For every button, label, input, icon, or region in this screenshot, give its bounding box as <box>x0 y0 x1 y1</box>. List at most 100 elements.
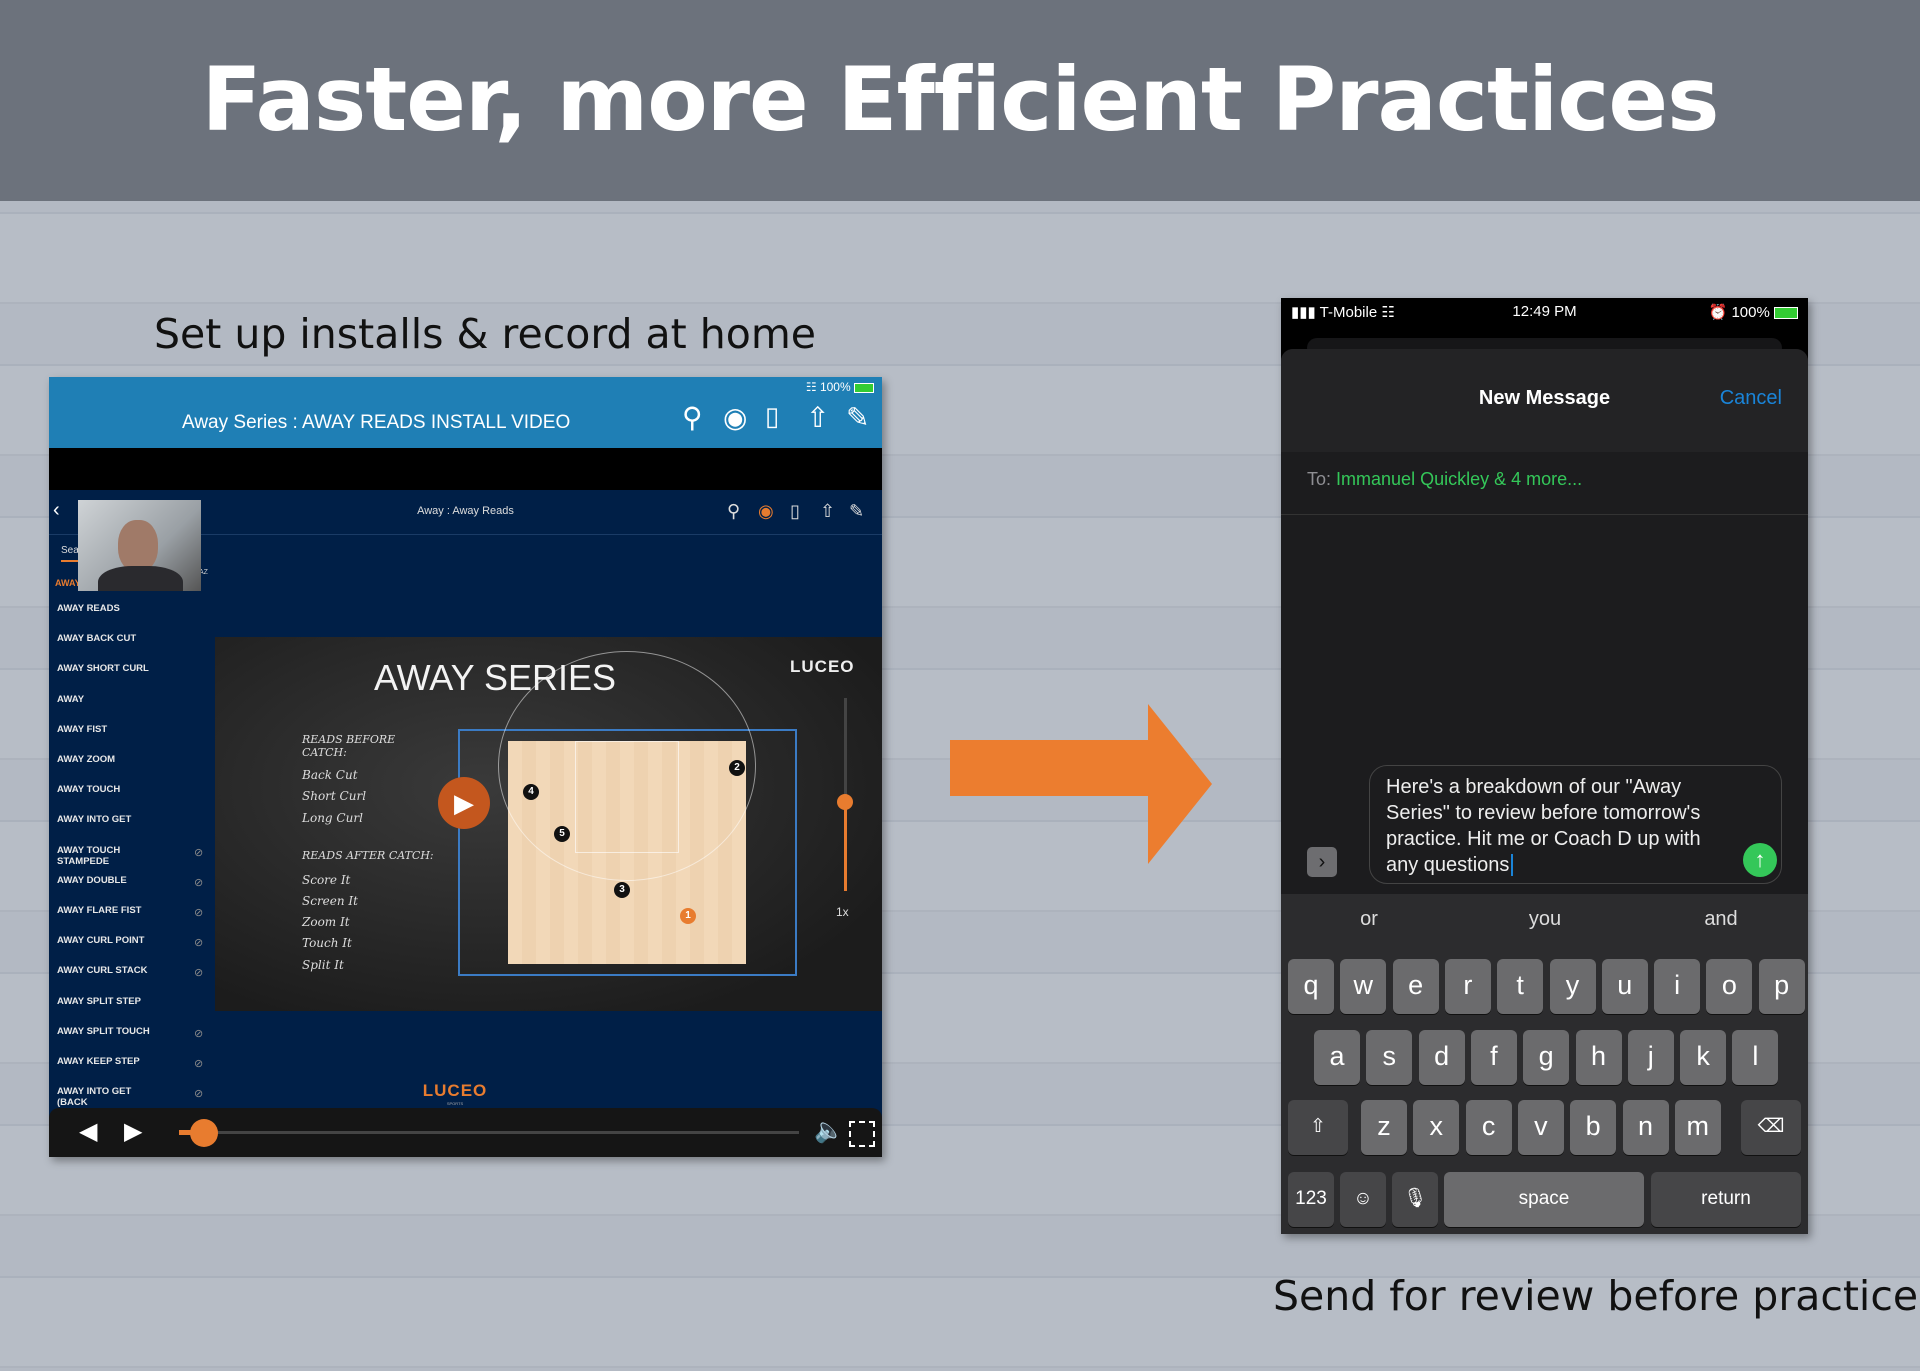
speed-label: 1x <box>836 905 849 919</box>
key-l[interactable]: l <box>1732 1030 1779 1085</box>
key-b[interactable]: b <box>1570 1100 1617 1155</box>
speed-slider-knob[interactable] <box>837 794 853 810</box>
suggestion[interactable]: you <box>1457 908 1633 931</box>
progress-track[interactable] <box>179 1131 799 1134</box>
record-icon[interactable]: ◉ <box>723 401 747 434</box>
shoulders-shape <box>98 566 183 591</box>
key-q[interactable]: q <box>1288 959 1334 1014</box>
message-input[interactable]: Here's a breakdown of our "Away Series" … <box>1369 765 1782 884</box>
cancel-button[interactable]: Cancel <box>1720 387 1782 410</box>
header-title: Away Series : AWAY READS INSTALL VIDEO <box>182 412 571 433</box>
sidebar-item[interactable]: AWAY KEEP STEP <box>57 1056 157 1067</box>
progress-knob[interactable] <box>189 1119 218 1147</box>
sidebar-item[interactable]: AWAY FLARE FIST <box>57 905 157 916</box>
key-m[interactable]: m <box>1674 1100 1721 1155</box>
sidebar-item[interactable]: AWAY FIST <box>57 724 157 735</box>
key-k[interactable]: k <box>1680 1030 1727 1085</box>
battery-icon <box>1774 307 1798 320</box>
sidebar-item[interactable]: AWAY READS <box>57 603 157 614</box>
sidebar-item[interactable]: AWAY BACK CUT <box>57 633 157 644</box>
sidebar-item[interactable]: AWAY INTO GET <box>57 814 157 825</box>
key-v[interactable]: v <box>1517 1100 1564 1155</box>
text-cursor <box>1511 854 1514 876</box>
key-r[interactable]: r <box>1444 959 1491 1014</box>
sidebar-item[interactable]: AWAY ZOOM <box>57 754 157 765</box>
suggestion[interactable]: or <box>1281 908 1457 931</box>
key-p[interactable]: p <box>1758 959 1805 1014</box>
player-marker: 2 <box>729 760 745 776</box>
skip-forward-icon[interactable]: ▶ <box>124 1117 142 1146</box>
arrow-shape <box>950 704 1212 864</box>
sidebar-item[interactable]: AWAY TOUCH STAMPEDE <box>57 845 157 867</box>
sidebar-item[interactable]: AWAY SPLIT TOUCH <box>57 1026 157 1037</box>
key-w[interactable]: w <box>1340 959 1387 1014</box>
sidebar-item[interactable]: AWAY SPLIT STEP <box>57 996 157 1007</box>
key-n[interactable]: n <box>1622 1100 1669 1155</box>
sidebar-item[interactable]: AWAY INTO GET (BACK <box>57 1086 157 1108</box>
search-icon[interactable]: ⚲ <box>727 501 740 522</box>
send-button[interactable]: ↑ <box>1743 843 1777 877</box>
highlighter-icon[interactable]: ✎ <box>849 501 864 522</box>
suggestion[interactable]: and <box>1633 908 1808 931</box>
keyboard: or you and q w e r t y u i o p a s d f g h j k l z x c v b n m ⇧ ⌫ 123 ☺… <box>1281 894 1808 1234</box>
return-key[interactable]: return <box>1651 1172 1801 1227</box>
left-caption: Set up installs & record at home <box>154 310 816 358</box>
recipients: Immanuel Quickley & 4 more... <box>1336 469 1583 489</box>
skip-back-icon[interactable]: ◀ <box>79 1117 97 1146</box>
player-marker: 4 <box>523 784 539 800</box>
emoji-key[interactable]: ☺ <box>1340 1172 1386 1227</box>
key-u[interactable]: u <box>1601 959 1648 1014</box>
play-button[interactable]: ▶ <box>438 777 490 829</box>
sidebar-item[interactable]: AWAY <box>57 694 157 705</box>
key-s[interactable]: s <box>1366 1030 1413 1085</box>
key-x[interactable]: x <box>1413 1100 1460 1155</box>
shift-key[interactable]: ⇧ <box>1288 1100 1348 1155</box>
highlighter-icon[interactable]: ✎ <box>846 401 869 434</box>
speed-slider-fill <box>844 801 847 891</box>
numbers-key[interactable]: 123 <box>1288 1172 1334 1227</box>
key-i[interactable]: i <box>1654 959 1701 1014</box>
key-y[interactable]: y <box>1549 959 1596 1014</box>
volume-icon[interactable]: 🔈 <box>814 1116 844 1145</box>
restricted-icon: ⊘ <box>194 1088 204 1101</box>
sidebar-item[interactable]: AWAY TOUCH <box>57 784 157 795</box>
backspace-key[interactable]: ⌫ <box>1741 1100 1801 1155</box>
key-d[interactable]: d <box>1418 1030 1465 1085</box>
search-icon[interactable]: ⚲ <box>682 401 703 434</box>
clipboard-icon[interactable]: ▯ <box>765 401 779 432</box>
key-o[interactable]: o <box>1706 959 1753 1014</box>
key-e[interactable]: e <box>1392 959 1439 1014</box>
read-before-item: Back Cut <box>302 768 358 782</box>
read-before-item: Long Curl <box>302 811 363 825</box>
to-field[interactable]: To: Immanuel Quickley & 4 more... <box>1307 469 1582 490</box>
clipboard-icon[interactable]: ▯ <box>790 501 800 522</box>
fullscreen-icon[interactable] <box>849 1121 875 1147</box>
key-f[interactable]: f <box>1470 1030 1517 1085</box>
sidebar-item[interactable]: AWAY DOUBLE <box>57 875 157 886</box>
sidebar-item[interactable]: AWAY CURL POINT <box>57 935 157 946</box>
message-text: Here's a breakdown of our "Away Series" … <box>1386 776 1701 876</box>
key-z[interactable]: z <box>1361 1100 1407 1155</box>
key-g[interactable]: g <box>1523 1030 1570 1085</box>
read-after-item: Screen It <box>302 894 358 908</box>
dictation-key[interactable]: 🎙 <box>1392 1172 1438 1227</box>
webcam-thumbnail[interactable] <box>78 500 201 591</box>
record-icon[interactable]: ◉ <box>758 501 774 522</box>
reads-before-heading: READS BEFORE CATCH: <box>302 733 396 759</box>
slide-brand: LUCEO <box>790 657 855 676</box>
sidebar-item[interactable]: AWAY CURL STACK <box>57 965 157 976</box>
apps-expand-button[interactable]: › <box>1307 847 1337 877</box>
key-j[interactable]: j <box>1627 1030 1674 1085</box>
player-marker: 1 <box>680 908 696 924</box>
key-h[interactable]: h <box>1575 1030 1622 1085</box>
space-key[interactable]: space <box>1444 1172 1644 1227</box>
read-after-item: Touch It <box>302 936 352 950</box>
key-a[interactable]: a <box>1314 1030 1360 1085</box>
key-t[interactable]: t <box>1497 959 1544 1014</box>
key-c[interactable]: c <box>1465 1100 1512 1155</box>
sidebar-item[interactable]: AWAY SHORT CURL <box>57 663 157 674</box>
video-letterbox <box>49 448 882 490</box>
share-icon[interactable]: ⇧ <box>806 401 829 434</box>
share-icon[interactable]: ⇧ <box>820 501 835 522</box>
three-point-arc <box>498 651 756 881</box>
